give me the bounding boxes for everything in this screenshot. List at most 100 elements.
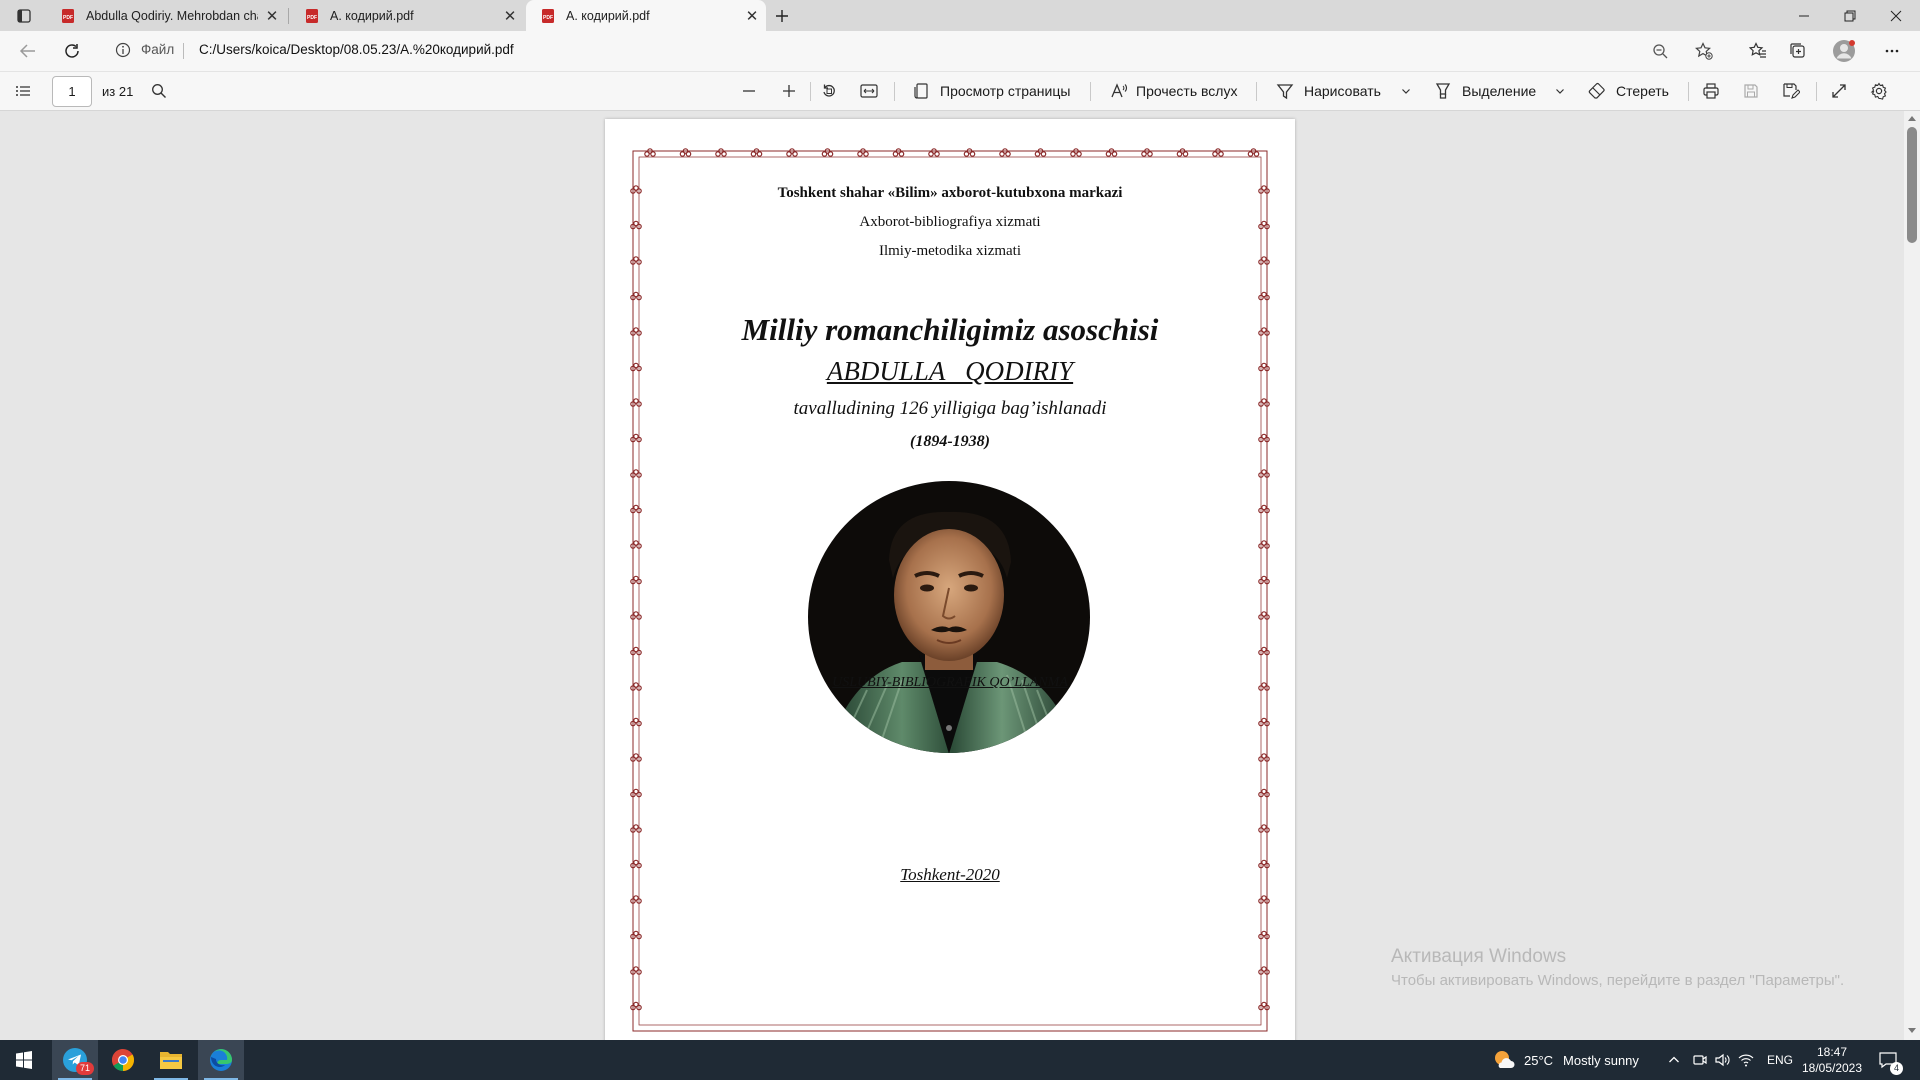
document-type: USLUBIY-BIBLIOGRAFIK QO’LLANMA xyxy=(832,675,1068,690)
find-button[interactable] xyxy=(148,72,170,110)
draw-options-dropdown[interactable] xyxy=(1398,72,1414,110)
highlight-options-dropdown[interactable] xyxy=(1552,72,1568,110)
pdf-toolbar: 1 из 21 Просмотр страницы Прочесть вслух… xyxy=(0,71,1920,111)
close-tab-icon[interactable]: ✕ xyxy=(496,7,524,25)
ornament-motif xyxy=(1247,148,1260,157)
expand-icon xyxy=(1832,84,1846,98)
author-name: ABDULLA QODIRIY xyxy=(826,356,1074,386)
erase-button[interactable]: Стереть xyxy=(1588,72,1669,110)
taskbar-chrome[interactable] xyxy=(100,1040,146,1080)
zoom-in-button[interactable] xyxy=(778,72,800,110)
scrollbar-thumb[interactable] xyxy=(1907,127,1917,243)
refresh-button[interactable] xyxy=(56,35,88,67)
zoom-out-button[interactable] xyxy=(738,72,760,110)
ornament-motif xyxy=(1258,291,1270,301)
ornament-motif xyxy=(630,824,642,833)
url-text[interactable]: C:/Users/koica/Desktop/08.05.23/A.%20код… xyxy=(199,42,514,57)
fit-page-button[interactable] xyxy=(858,72,880,110)
omnibox[interactable]: Файл C:/Users/koica/Desktop/08.05.23/A.%… xyxy=(103,35,1735,66)
close-window-button[interactable] xyxy=(1874,0,1918,31)
fit-width-icon xyxy=(860,84,878,98)
show-hidden-icons-button[interactable] xyxy=(1668,1040,1680,1080)
close-tab-icon[interactable]: ✕ xyxy=(258,7,286,25)
info-icon[interactable] xyxy=(115,42,131,58)
highlight-button[interactable]: Выделение xyxy=(1434,72,1536,110)
zoom-out-icon[interactable] xyxy=(1649,40,1671,62)
ornament-motif xyxy=(1258,717,1270,727)
pdf-file-icon: PDF xyxy=(542,8,554,23)
svg-text:PDF: PDF xyxy=(307,15,317,21)
list-icon xyxy=(16,86,30,96)
tab-2[interactable]: PDF А. кодирий.pdf ✕ xyxy=(290,0,524,31)
site-label: Файл xyxy=(141,42,175,57)
ornament-motif xyxy=(857,148,869,157)
new-tab-button[interactable] xyxy=(760,0,804,31)
taskbar-edge[interactable] xyxy=(198,1040,244,1080)
pdf-settings-button[interactable] xyxy=(1868,72,1890,110)
notification-center-button[interactable]: 4 xyxy=(1878,1040,1903,1080)
avatar-icon xyxy=(1833,40,1855,62)
settings-more-button[interactable] xyxy=(1876,35,1908,67)
fullscreen-button[interactable] xyxy=(1828,72,1850,110)
chrome-icon xyxy=(112,1049,134,1071)
save-as-icon xyxy=(1783,83,1800,99)
toolbar-divider xyxy=(1256,82,1257,101)
add-favorite-icon[interactable] xyxy=(1693,40,1715,62)
language-indicator[interactable]: ENG xyxy=(1767,1040,1793,1080)
ornament-motif xyxy=(928,148,940,157)
toolbar-divider xyxy=(1090,82,1091,101)
ornament-motif xyxy=(1070,148,1082,157)
chevron-down-icon xyxy=(1556,89,1564,94)
volume-icon[interactable] xyxy=(1714,1040,1730,1080)
tab-3-active[interactable]: PDF А. кодирий.pdf ✕ xyxy=(526,0,766,31)
toolbar-divider xyxy=(1816,82,1817,101)
clock-date: 18/05/2023 xyxy=(1801,1061,1863,1075)
restore-icon xyxy=(1844,10,1856,21)
ornament-motif xyxy=(630,717,642,727)
pdf-viewer[interactable]: Toshkent shahar «Bilim» axborot-kutubxon… xyxy=(0,111,1904,1040)
clock[interactable]: 18:47 18/05/2023 xyxy=(1802,1040,1862,1080)
scroll-down-arrow-icon[interactable] xyxy=(1908,1028,1916,1034)
print-button[interactable] xyxy=(1700,72,1722,110)
address-bar-row: Файл C:/Users/koica/Desktop/08.05.23/A.%… xyxy=(0,31,1920,71)
search-icon xyxy=(152,84,166,98)
minimize-button[interactable] xyxy=(1782,0,1826,31)
meet-now-icon[interactable] xyxy=(1692,1040,1708,1080)
save-as-button[interactable] xyxy=(1780,72,1802,110)
ornament-motif xyxy=(1141,148,1153,157)
ornament-motif xyxy=(630,575,642,585)
tab-actions-button[interactable] xyxy=(2,0,46,31)
windows-logo-icon xyxy=(16,1051,32,1069)
draw-button[interactable]: Нарисовать xyxy=(1276,72,1381,110)
back-button[interactable] xyxy=(12,35,44,67)
read-aloud-button[interactable]: Прочесть вслух xyxy=(1110,72,1237,110)
scroll-up-arrow-icon[interactable] xyxy=(1908,115,1916,121)
profile-button[interactable] xyxy=(1828,35,1860,67)
ornament-motif xyxy=(630,788,642,798)
page-number-input[interactable]: 1 xyxy=(52,76,92,107)
taskbar-telegram[interactable]: 71 xyxy=(52,1040,98,1080)
tab-strip: PDF Abdulla Qodiriy. Mehrobdan chayon ✕ … xyxy=(0,0,1920,31)
read-aloud-label: Прочесть вслух xyxy=(1136,83,1238,99)
restore-button[interactable] xyxy=(1828,0,1872,31)
tab-1[interactable]: PDF Abdulla Qodiriy. Mehrobdan chayon ✕ xyxy=(46,0,286,31)
rotate-button[interactable] xyxy=(818,72,840,110)
wifi-icon[interactable] xyxy=(1738,1040,1754,1080)
vertical-scrollbar[interactable] xyxy=(1904,111,1920,1040)
save-button[interactable] xyxy=(1740,72,1762,110)
page-view-button[interactable]: Просмотр страницы xyxy=(912,72,1070,110)
ornament-motif xyxy=(1258,1001,1270,1011)
contents-button[interactable] xyxy=(12,72,34,110)
watermark-title: Активация Windows xyxy=(1391,946,1567,967)
favorites-button[interactable] xyxy=(1742,35,1774,67)
weather-widget[interactable]: 25°C Mostly sunny xyxy=(1492,1040,1639,1080)
minus-icon xyxy=(743,90,755,92)
ornament-motif xyxy=(786,148,798,157)
document-subtitle: tavalludining 126 yilligiga bag’ishlanad… xyxy=(793,398,1107,419)
collections-button[interactable] xyxy=(1782,35,1814,67)
start-button[interactable] xyxy=(0,1040,48,1080)
edge-icon xyxy=(210,1049,232,1071)
taskbar-file-explorer[interactable] xyxy=(148,1040,194,1080)
highlight-label: Выделение xyxy=(1462,83,1537,99)
pdf-file-icon: PDF xyxy=(306,8,318,23)
